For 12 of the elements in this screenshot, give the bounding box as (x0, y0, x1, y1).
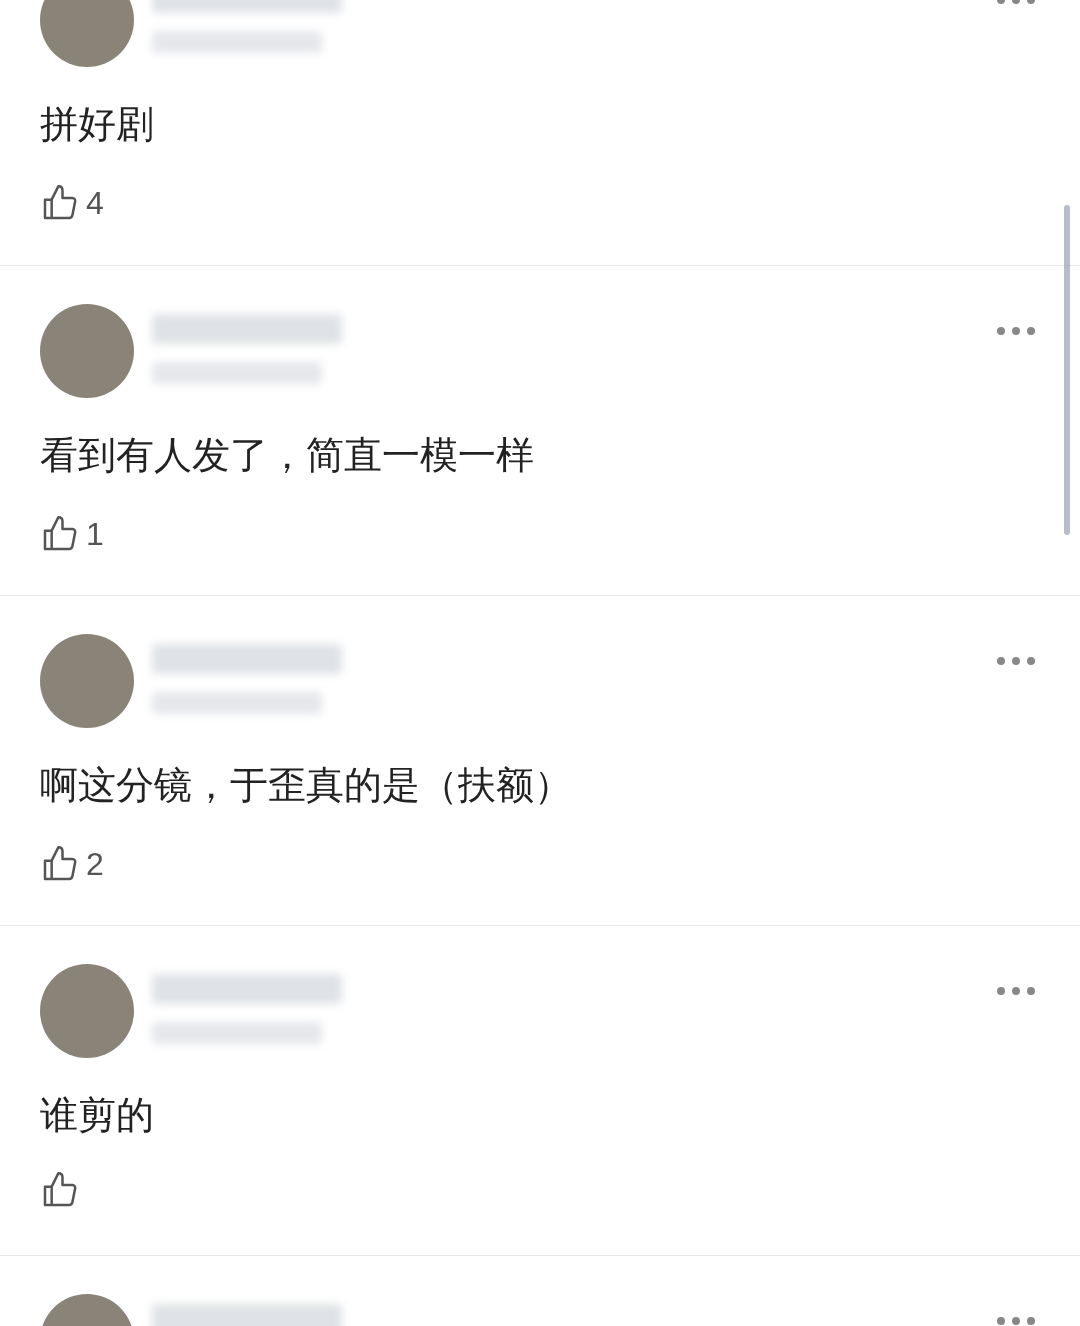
more-icon[interactable] (996, 656, 1036, 666)
like-count: 4 (86, 184, 104, 223)
comment-text: 看到有人发了，简直一模一样 (40, 433, 535, 477)
more-icon[interactable] (996, 1316, 1036, 1326)
comment-text: 拼好剧 (40, 102, 155, 146)
more-icon[interactable] (996, 326, 1036, 336)
comment-text: 谁剪的 (40, 1093, 155, 1137)
avatar[interactable] (40, 0, 134, 67)
like-count: 1 (86, 515, 104, 554)
comment-text: 啊这分镜，于歪真的是（扶额） (40, 763, 573, 807)
like-count: 2 (86, 845, 104, 884)
more-icon[interactable] (996, 986, 1036, 996)
